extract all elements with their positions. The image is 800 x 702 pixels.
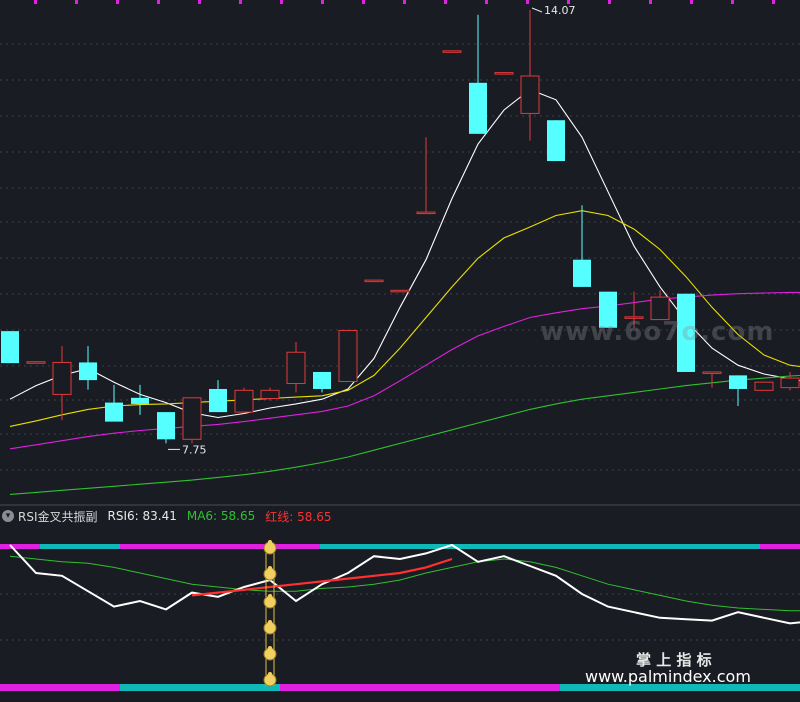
candle-body bbox=[729, 375, 747, 389]
top-tick-mark bbox=[239, 0, 242, 4]
bottom-signal-bar bbox=[400, 684, 441, 691]
candle-body bbox=[26, 361, 46, 364]
candle-body bbox=[182, 397, 202, 440]
top-signal-bar bbox=[80, 544, 121, 549]
top-signal-bar bbox=[640, 544, 681, 549]
top-signal-bar bbox=[40, 544, 81, 549]
candle-body bbox=[1, 331, 19, 364]
top-tick-mark bbox=[485, 0, 488, 4]
candle-body bbox=[754, 381, 774, 391]
candle-body bbox=[260, 389, 280, 399]
high-price-label: 14.07 bbox=[544, 4, 576, 17]
candle-body bbox=[469, 82, 487, 134]
candle-body bbox=[780, 377, 800, 389]
top-tick-mark bbox=[690, 0, 693, 4]
candle-body bbox=[520, 75, 540, 114]
top-signal-bar bbox=[400, 544, 441, 549]
top-tick-mark bbox=[198, 0, 201, 4]
top-tick-mark bbox=[321, 0, 324, 4]
bottom-signal-bar bbox=[200, 684, 241, 691]
top-signal-bar bbox=[520, 544, 561, 549]
candle-body bbox=[494, 72, 514, 75]
bottom-signal-bar bbox=[280, 684, 321, 691]
brand-watermark-url: www.palmindex.com bbox=[585, 667, 751, 686]
bottom-signal-bar bbox=[760, 684, 800, 691]
top-signal-bar bbox=[760, 544, 800, 549]
low-price-label: 7.75 bbox=[182, 443, 207, 456]
top-tick-mark bbox=[362, 0, 365, 4]
legend-red-line: 红线: 58.65 bbox=[265, 509, 332, 524]
top-signal-bar bbox=[680, 544, 721, 549]
top-signal-bar bbox=[280, 544, 321, 549]
bottom-signal-bar bbox=[480, 684, 521, 691]
top-tick-mark bbox=[731, 0, 734, 4]
candle-body bbox=[416, 211, 436, 215]
candle-body bbox=[547, 120, 565, 162]
candle-body bbox=[157, 412, 175, 440]
top-tick-mark bbox=[157, 0, 160, 4]
candle-body bbox=[131, 397, 149, 404]
top-tick-mark bbox=[526, 0, 529, 4]
top-tick-mark bbox=[75, 0, 78, 4]
collapse-icon[interactable]: ▾ bbox=[2, 510, 14, 522]
site-watermark: www.6o7o.com bbox=[540, 317, 774, 347]
bottom-signal-bar bbox=[40, 684, 81, 691]
top-tick-mark bbox=[34, 0, 37, 4]
top-tick-mark bbox=[403, 0, 406, 4]
top-signal-bar bbox=[480, 544, 521, 549]
top-tick-mark bbox=[772, 0, 775, 4]
top-tick-mark bbox=[649, 0, 652, 4]
stock-chart: 14.077.75 www.6o7o.com掌 上 指 标www.palmind… bbox=[0, 0, 800, 691]
money-bag-knot bbox=[268, 646, 272, 650]
money-bag-knot bbox=[268, 620, 272, 624]
indicator-legend: ▾ RSI金叉共振副 RSI6: 83.41 MA6: 58.65 红线: 58… bbox=[0, 506, 331, 526]
candle-body bbox=[702, 371, 722, 374]
candle-body bbox=[79, 362, 97, 381]
bottom-signal-bar bbox=[120, 684, 161, 691]
indicator-title: RSI金叉共振副 bbox=[18, 509, 98, 524]
candle-body bbox=[313, 371, 331, 389]
candle-body bbox=[209, 388, 227, 413]
top-signal-bar bbox=[200, 544, 241, 549]
candle-body bbox=[442, 50, 462, 53]
top-signal-bar bbox=[120, 544, 161, 549]
top-tick-mark bbox=[116, 0, 119, 4]
money-bag-knot bbox=[268, 566, 272, 570]
candle-body bbox=[390, 289, 410, 293]
candle-body bbox=[234, 389, 254, 413]
top-signal-bar bbox=[320, 544, 361, 549]
bottom-signal-bar bbox=[520, 684, 561, 691]
candle-body bbox=[105, 402, 123, 422]
top-signal-bar bbox=[560, 544, 601, 549]
money-bag-knot bbox=[268, 594, 272, 598]
top-signal-bar bbox=[360, 544, 401, 549]
candle-body bbox=[338, 329, 358, 382]
top-tick-mark bbox=[280, 0, 283, 4]
bottom-signal-bar bbox=[0, 684, 41, 691]
rsi6-line bbox=[9, 543, 800, 625]
top-signal-bar bbox=[160, 544, 201, 549]
bottom-signal-bar bbox=[320, 684, 361, 691]
candle-body bbox=[573, 259, 591, 287]
high-arrow bbox=[531, 7, 543, 13]
candle-body bbox=[364, 279, 384, 283]
chart-root: 14.07 7.75 www.6o7o.com 掌 上 指 标 www.palmind… bbox=[0, 0, 800, 702]
top-signal-bar bbox=[0, 544, 41, 549]
candle-body bbox=[286, 351, 306, 385]
money-bag-knot bbox=[268, 540, 272, 544]
top-signal-bar bbox=[720, 544, 761, 549]
bottom-signal-bar bbox=[440, 684, 481, 691]
ma-line-4 bbox=[9, 374, 800, 495]
top-tick-mark bbox=[608, 0, 611, 4]
red-line bbox=[191, 557, 453, 597]
bottom-signal-bar bbox=[80, 684, 121, 691]
bottom-signal-bar bbox=[360, 684, 401, 691]
candle-body bbox=[52, 361, 72, 395]
bottom-signal-bar bbox=[160, 684, 201, 691]
money-bag-knot bbox=[268, 672, 272, 676]
legend-rsi6: RSI6: 83.41 bbox=[107, 509, 177, 523]
top-signal-bar bbox=[600, 544, 641, 549]
legend-ma6: MA6: 58.65 bbox=[186, 509, 256, 523]
top-tick-mark bbox=[444, 0, 447, 4]
